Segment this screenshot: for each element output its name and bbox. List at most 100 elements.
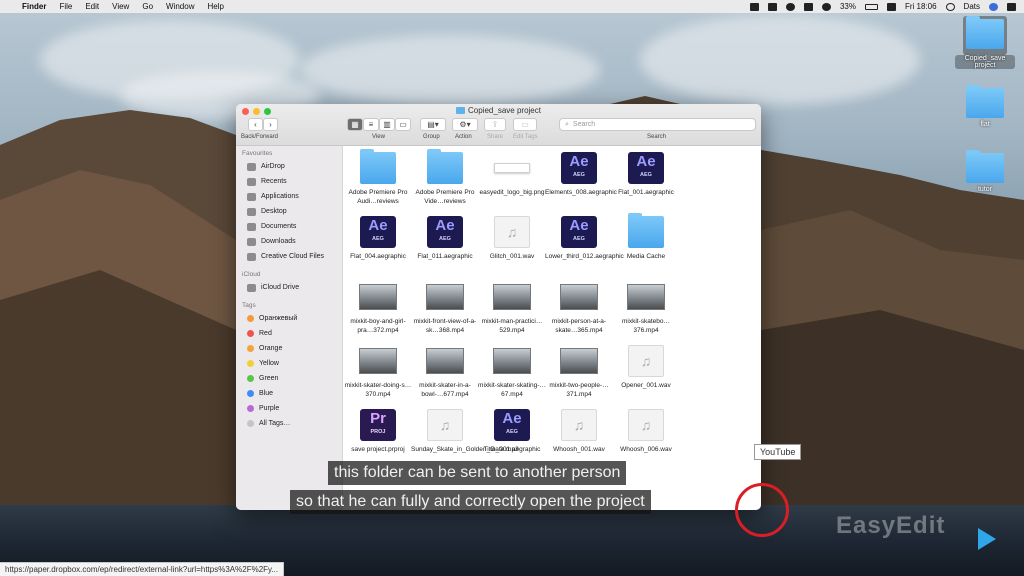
- sidebar-tag-item[interactable]: Red: [236, 326, 342, 341]
- file-item[interactable]: ♫ Whoosh_006.wav: [612, 409, 680, 454]
- file-item[interactable]: Adobe Premiere Pro Vide…reviews: [411, 149, 479, 206]
- file-item[interactable]: ♫ Glitch_001.wav: [478, 216, 546, 261]
- aegraphic-icon: Ae AEG: [628, 152, 664, 184]
- file-item[interactable]: Ae AEG Title_001.aegraphic: [478, 409, 546, 454]
- file-name: Opener_001.wav: [621, 382, 671, 389]
- file-item[interactable]: Ae AEG Lower_third_012.aegraphic: [545, 216, 624, 261]
- file-item[interactable]: Pr PROJ save project.prproj: [344, 409, 412, 454]
- desktop-folder-flat[interactable]: flat: [955, 85, 1015, 128]
- folder-icon: [628, 213, 664, 248]
- sidebar-tag-item[interactable]: Yellow: [236, 356, 342, 371]
- sidebar-tag-item[interactable]: All Tags…: [236, 416, 342, 431]
- file-item[interactable]: Ae AEG Flat_004.aegraphic: [344, 216, 412, 261]
- menu-app-name[interactable]: Finder: [22, 2, 46, 11]
- file-item[interactable]: mixkit-boy-and-girl-pra…372.mp4: [344, 281, 412, 335]
- share-button[interactable]: ⇪: [484, 118, 506, 131]
- desktop-folder-copied-save-project[interactable]: Copied_save project: [955, 16, 1015, 69]
- sidebar-item-documents[interactable]: Documents: [236, 219, 342, 234]
- battery-percent[interactable]: 33%: [840, 2, 856, 11]
- group-button[interactable]: ▤▾: [420, 118, 446, 131]
- menu-edit[interactable]: Edit: [85, 2, 99, 11]
- file-item[interactable]: mixkit-skater-in-a-bowl-…677.mp4: [411, 345, 479, 399]
- file-name: Adobe Premiere Pro Audi…reviews: [348, 189, 408, 205]
- icon-glyph: Pr: [370, 410, 386, 427]
- siri-icon[interactable]: [989, 2, 998, 11]
- sidebar-item-downloads[interactable]: Downloads: [236, 234, 342, 249]
- youtube-tooltip: YouTube: [754, 444, 802, 460]
- sidebar-item-label: Applications: [261, 193, 299, 200]
- search-icon[interactable]: [945, 2, 955, 11]
- document-icon: [247, 222, 256, 231]
- file-item[interactable]: easyedit_logo_big.png: [478, 152, 546, 197]
- desktop-folder-tutor[interactable]: tutor: [955, 150, 1015, 193]
- sidebar-item-recents[interactable]: Recents: [236, 174, 342, 189]
- view-gallery-button[interactable]: ▭: [395, 118, 411, 131]
- audio-file-icon: ♫: [494, 216, 530, 248]
- file-item[interactable]: mixkit-two-people-…371.mp4: [545, 345, 613, 399]
- menu-go[interactable]: Go: [142, 2, 153, 11]
- audio-file-icon: ♫: [628, 345, 664, 377]
- user-name[interactable]: Dats: [964, 2, 980, 11]
- control-center-icon[interactable]: [1007, 2, 1016, 11]
- battery-icon[interactable]: [864, 3, 878, 10]
- file-item[interactable]: Ae AEG Elements_008.aegraphic: [545, 152, 617, 197]
- sidebar-tag-item[interactable]: Green: [236, 371, 342, 386]
- file-item[interactable]: ♫ Opener_001.wav: [612, 345, 680, 390]
- view-icon-button[interactable]: ▦: [347, 118, 363, 131]
- file-item[interactable]: ♫ Sunday_Skate_in_Golden_Gate.mp3: [411, 409, 519, 454]
- sidebar-item-airdrop[interactable]: AirDrop: [236, 159, 342, 174]
- dropbox-icon[interactable]: [749, 2, 759, 11]
- file-item[interactable]: Media Cache: [612, 213, 680, 261]
- view-columns-button[interactable]: ▥: [379, 118, 395, 131]
- sidebar-tag-item[interactable]: Оранжевый: [236, 311, 342, 326]
- menu-file[interactable]: File: [59, 2, 72, 11]
- sidebar-item-applications[interactable]: Applications: [236, 189, 342, 204]
- file-name: Title_001.aegraphic: [483, 446, 541, 453]
- clock[interactable]: Fri 18:06: [905, 2, 937, 11]
- menu-help[interactable]: Help: [207, 2, 223, 11]
- file-item[interactable]: mixkit-skatebo…376.mp4: [612, 281, 680, 335]
- sidebar-item-creative-cloud-files[interactable]: Creative Cloud Files: [236, 249, 342, 264]
- icon-subtext: AEG: [573, 172, 585, 178]
- file-item[interactable]: mixkit-person-at-a-skate…365.mp4: [545, 281, 613, 335]
- menu-window[interactable]: Window: [166, 2, 194, 11]
- file-item[interactable]: mixkit-front-view-of-a-sk…368.mp4: [411, 281, 479, 335]
- desktop-icon: [247, 207, 256, 216]
- menu-view[interactable]: View: [112, 2, 129, 11]
- video-thumbnail: [359, 348, 397, 374]
- back-button[interactable]: ‹: [248, 118, 263, 131]
- file-item[interactable]: mixkit-skater-doing-s…370.mp4: [344, 345, 412, 399]
- sidebar-item-desktop[interactable]: Desktop: [236, 204, 342, 219]
- file-item[interactable]: mixkit-skater-skating-…67.mp4: [478, 345, 546, 399]
- video-thumbnail: [426, 284, 464, 310]
- screen-recorder-icon[interactable]: [767, 2, 777, 11]
- creative-cloud-icon[interactable]: [785, 2, 795, 11]
- sidebar-tag-item[interactable]: Purple: [236, 401, 342, 416]
- sidebar-tag-item[interactable]: Orange: [236, 341, 342, 356]
- input-source-icon[interactable]: [886, 2, 896, 11]
- file-name: Elements_008.aegraphic: [545, 189, 617, 196]
- sidebar-item-label: Recents: [261, 178, 287, 185]
- search-placeholder: Search: [572, 121, 596, 128]
- file-name: mixkit-man-practici…529.mp4: [481, 318, 543, 334]
- file-item[interactable]: mixkit-man-practici…529.mp4: [478, 281, 546, 335]
- search-field[interactable]: ⌕ Search: [559, 118, 756, 131]
- icon-subtext: PROJ: [370, 429, 386, 435]
- file-item[interactable]: Adobe Premiere Pro Audi…reviews: [344, 149, 412, 206]
- view-list-button[interactable]: ≡: [363, 118, 379, 131]
- bluetooth-icon[interactable]: [803, 2, 813, 11]
- action-button[interactable]: ⚙▾: [452, 118, 478, 131]
- file-item[interactable]: Ae AEG Flat_001.aegraphic: [612, 152, 680, 197]
- forward-button[interactable]: ›: [263, 118, 278, 131]
- wifi-icon[interactable]: [821, 2, 831, 11]
- tag-color-icon: [247, 330, 254, 337]
- edit-tags-button[interactable]: ▭: [513, 118, 537, 131]
- sidebar-item-label: Green: [259, 375, 279, 382]
- sidebar: Favourites AirDrop Recents Applications …: [236, 146, 343, 510]
- sidebar-tag-item[interactable]: Blue: [236, 386, 342, 401]
- file-item[interactable]: ♫ Whoosh_001.wav: [545, 409, 613, 454]
- sidebar-item-icloud-drive[interactable]: iCloud Drive: [236, 280, 342, 295]
- window-title: Copied_save project: [236, 106, 761, 115]
- file-item[interactable]: Ae AEG Flat_011.aegraphic: [411, 216, 479, 261]
- file-name: Lower_third_012.aegraphic: [545, 253, 624, 260]
